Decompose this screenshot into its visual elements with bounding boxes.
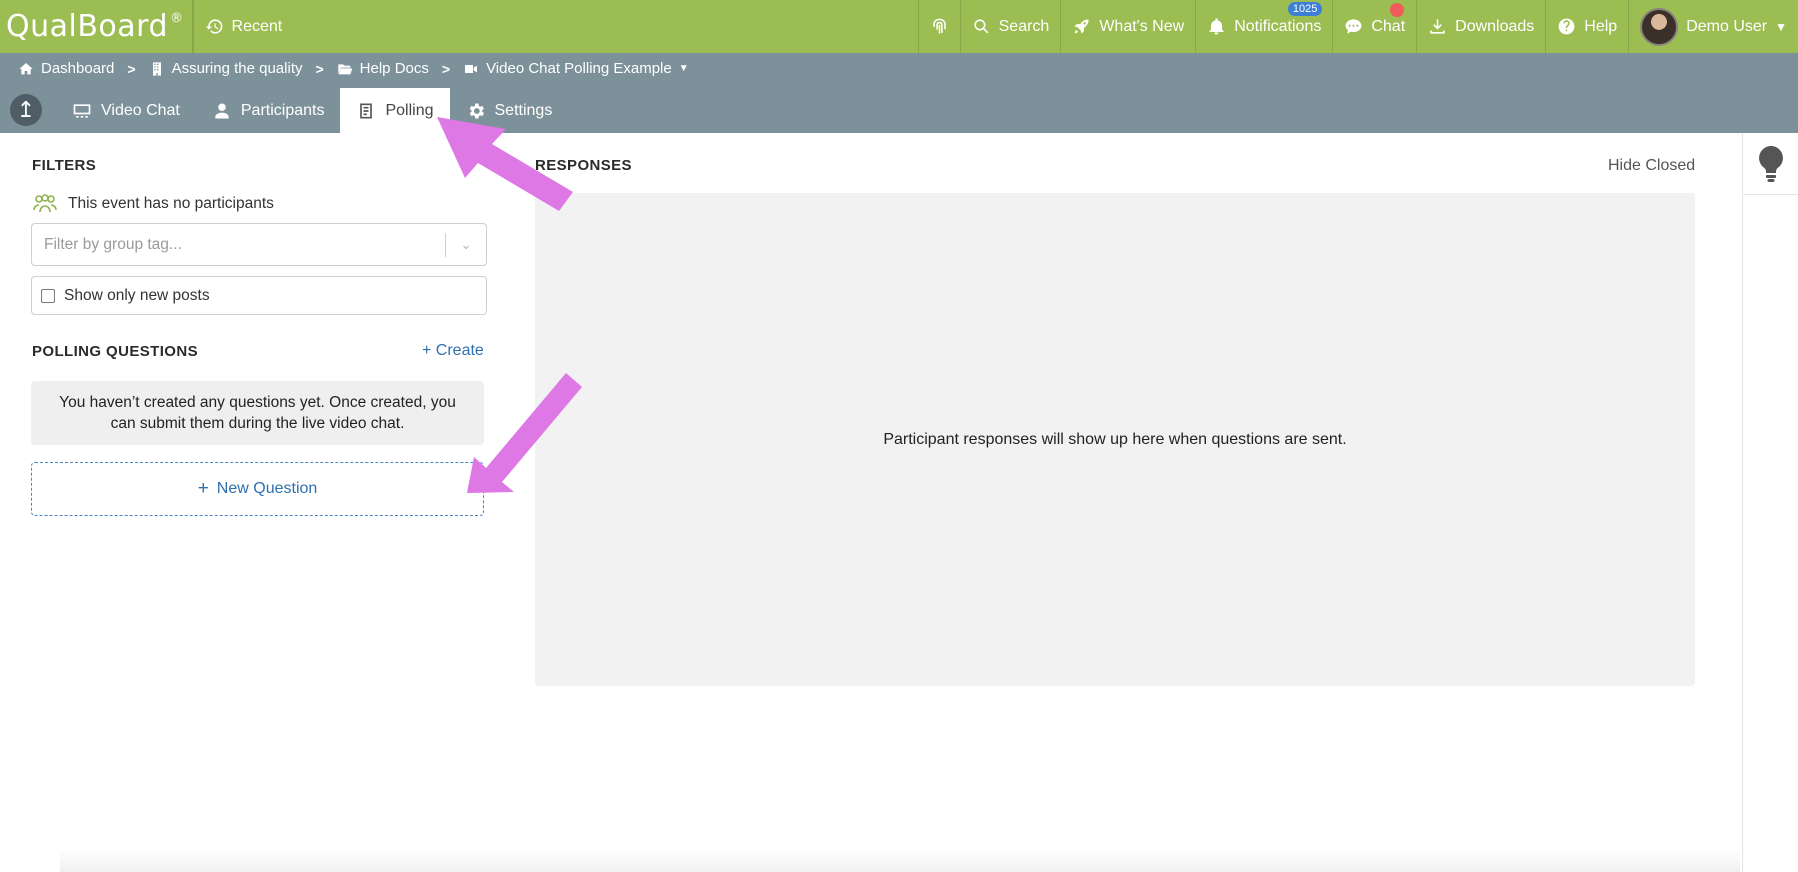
download-icon xyxy=(1430,19,1445,34)
group-tag-placeholder: Filter by group tag... xyxy=(44,235,182,253)
new-question-button[interactable]: + New Question xyxy=(31,462,484,516)
fingerprint-icon xyxy=(932,18,946,34)
filters-heading: FILTERS xyxy=(32,157,97,174)
activity-tabs: ↥ Video Chat Participants Polling Settin… xyxy=(0,88,568,133)
breadcrumb-label: Video Chat Polling Example xyxy=(486,60,672,77)
tab-polling[interactable]: Polling xyxy=(340,88,450,133)
chevron-down-icon[interactable]: ⌄ xyxy=(446,236,486,253)
video-camera-icon xyxy=(465,64,478,73)
breadcrumb: Dashboard > Assuring the quality > Help … xyxy=(18,60,689,77)
tab-participants[interactable]: Participants xyxy=(196,88,341,133)
bottom-shadow xyxy=(60,848,1740,872)
arrow-up-icon: ↥ xyxy=(16,97,36,122)
chat-bubble-icon xyxy=(1345,19,1362,34)
responses-panel: Participant responses will show up here … xyxy=(535,193,1695,686)
chevron-right-icon: > xyxy=(315,60,324,77)
video-chat-icon xyxy=(73,103,91,118)
chat-label: Chat xyxy=(1371,17,1406,35)
hide-closed-toggle[interactable]: Hide Closed xyxy=(1608,157,1695,175)
breadcrumb-label: Help Docs xyxy=(359,60,429,77)
breadcrumb-label: Dashboard xyxy=(41,60,115,77)
tab-label: Polling xyxy=(385,101,434,119)
no-questions-message: You haven’t created any questions yet. O… xyxy=(31,381,484,445)
lightbulb-icon xyxy=(1758,145,1783,182)
folder-open-icon xyxy=(338,63,353,74)
notifications-count-badge: 1025 xyxy=(1287,2,1323,16)
search-icon xyxy=(974,19,989,34)
breadcrumb-activity[interactable]: Video Chat Polling Example ▼ xyxy=(463,60,689,77)
help-label: Help xyxy=(1584,17,1618,35)
recent-button[interactable]: Recent xyxy=(192,0,294,53)
show-new-posts-label: Show only new posts xyxy=(64,286,210,304)
responses-empty-text: Participant responses will show up here … xyxy=(883,430,1347,448)
tab-label: Participants xyxy=(240,101,325,119)
home-icon xyxy=(19,62,33,74)
user-menu[interactable]: Demo User ▼ xyxy=(1628,0,1798,53)
question-circle-icon xyxy=(1558,18,1575,35)
downloads-label: Downloads xyxy=(1455,17,1535,35)
group-users-icon xyxy=(33,194,57,213)
create-question-link[interactable]: + Create xyxy=(422,342,484,360)
right-sidebar xyxy=(1742,133,1798,872)
tab-label: Settings xyxy=(494,101,553,119)
chevron-right-icon: > xyxy=(127,60,136,77)
tab-video-chat[interactable]: Video Chat xyxy=(56,88,196,133)
whats-new-label: What's New xyxy=(1099,17,1185,35)
user-name: Demo User xyxy=(1686,17,1768,35)
logo-text: QualBoard xyxy=(6,9,169,44)
project-header: Dashboard > Assuring the quality > Help … xyxy=(0,53,1798,133)
recent-label: Recent xyxy=(231,17,283,35)
breadcrumb-dashboard[interactable]: Dashboard xyxy=(18,60,114,77)
poll-document-icon xyxy=(360,103,373,118)
building-icon xyxy=(152,61,161,76)
top-navigation-bar: QualBoard ® Recent Search What's New Noti… xyxy=(0,0,1798,53)
whats-new-button[interactable]: What's New xyxy=(1060,0,1195,53)
bell-icon xyxy=(1209,18,1224,35)
notifications-label: Notifications xyxy=(1234,17,1322,35)
group-tag-filter-select[interactable]: Filter by group tag... ⌄ xyxy=(31,223,487,266)
chat-unread-dot xyxy=(1390,3,1405,17)
help-button[interactable]: Help xyxy=(1545,0,1628,53)
chat-button[interactable]: Chat xyxy=(1332,0,1416,53)
show-new-posts-checkbox[interactable] xyxy=(41,288,55,303)
gear-icon xyxy=(469,103,484,118)
tab-label: Video Chat xyxy=(101,101,180,119)
fingerprint-button[interactable] xyxy=(917,0,960,53)
breadcrumb-label: Assuring the quality xyxy=(171,60,303,77)
rocket-icon xyxy=(1074,19,1089,34)
logo-registered-mark: ® xyxy=(170,11,184,26)
history-icon xyxy=(205,19,222,34)
downloads-button[interactable]: Downloads xyxy=(1416,0,1545,53)
notifications-button[interactable]: Notifications 1025 xyxy=(1195,0,1332,53)
breadcrumb-project[interactable]: Assuring the quality xyxy=(149,60,303,77)
tips-button[interactable] xyxy=(1743,133,1798,195)
show-new-posts-option[interactable]: Show only new posts xyxy=(31,276,487,315)
user-avatar xyxy=(1640,7,1679,46)
breadcrumb-folder[interactable]: Help Docs xyxy=(337,60,429,77)
chevron-right-icon: > xyxy=(441,60,451,77)
user-icon xyxy=(215,103,229,118)
responses-heading: RESPONSES xyxy=(535,157,632,174)
polling-questions-heading: POLLING QUESTIONS xyxy=(32,343,198,360)
search-button[interactable]: Search xyxy=(959,0,1061,53)
no-participants-notice: This event has no participants xyxy=(32,193,274,215)
new-question-label: New Question xyxy=(216,480,318,497)
tab-settings[interactable]: Settings xyxy=(450,88,569,133)
qualboard-logo[interactable]: QualBoard ® xyxy=(0,0,193,53)
plus-icon: + xyxy=(197,478,209,499)
search-label: Search xyxy=(998,17,1050,35)
no-participants-text: This event has no participants xyxy=(68,195,274,212)
back-up-button[interactable]: ↥ xyxy=(10,94,42,126)
caret-down-icon: ▼ xyxy=(1775,19,1787,34)
caret-down-icon: ▼ xyxy=(678,63,689,74)
